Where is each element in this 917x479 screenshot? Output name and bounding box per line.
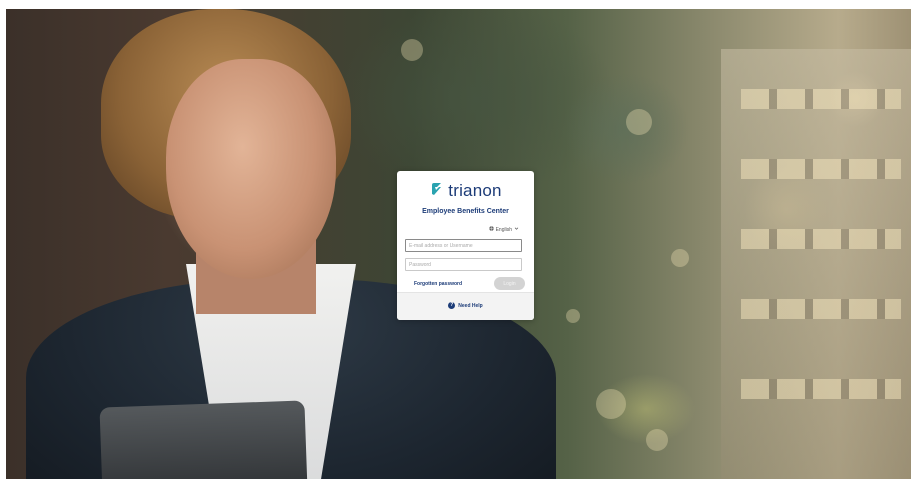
password-input[interactable] <box>405 258 522 271</box>
background-building <box>721 49 911 479</box>
trianon-logo-icon <box>429 181 445 202</box>
username-input[interactable] <box>405 239 522 252</box>
login-card: trianon Employee Benefits Center English… <box>397 171 534 320</box>
question-circle-icon: ? <box>448 302 456 309</box>
language-label: English <box>495 226 512 233</box>
building-window-row <box>741 89 901 109</box>
building-window-row <box>741 159 901 179</box>
bokeh-light <box>646 429 668 451</box>
login-button[interactable]: Login <box>494 277 525 290</box>
building-window-row <box>741 379 901 399</box>
bokeh-light <box>626 109 652 135</box>
need-help-label: Need Help <box>458 302 483 309</box>
language-selector[interactable]: English <box>488 226 519 233</box>
bokeh-light <box>566 309 580 323</box>
person-face <box>166 59 336 279</box>
building-window-row <box>741 229 901 249</box>
page-title: Employee Benefits Center <box>422 208 509 215</box>
forgot-password-link[interactable]: Forgotten password <box>414 281 462 287</box>
globe-icon <box>488 226 494 233</box>
tablet-device <box>99 400 308 479</box>
bokeh-light <box>671 249 689 267</box>
bokeh-light <box>596 389 626 419</box>
brand-logo: trianon <box>397 181 534 201</box>
card-footer: ? Need Help <box>397 292 534 320</box>
brand-name: trianon <box>448 181 502 200</box>
chevron-down-icon <box>514 226 519 233</box>
need-help-link[interactable]: ? Need Help <box>397 302 534 309</box>
building-window-row <box>741 299 901 319</box>
bokeh-light <box>401 39 423 61</box>
